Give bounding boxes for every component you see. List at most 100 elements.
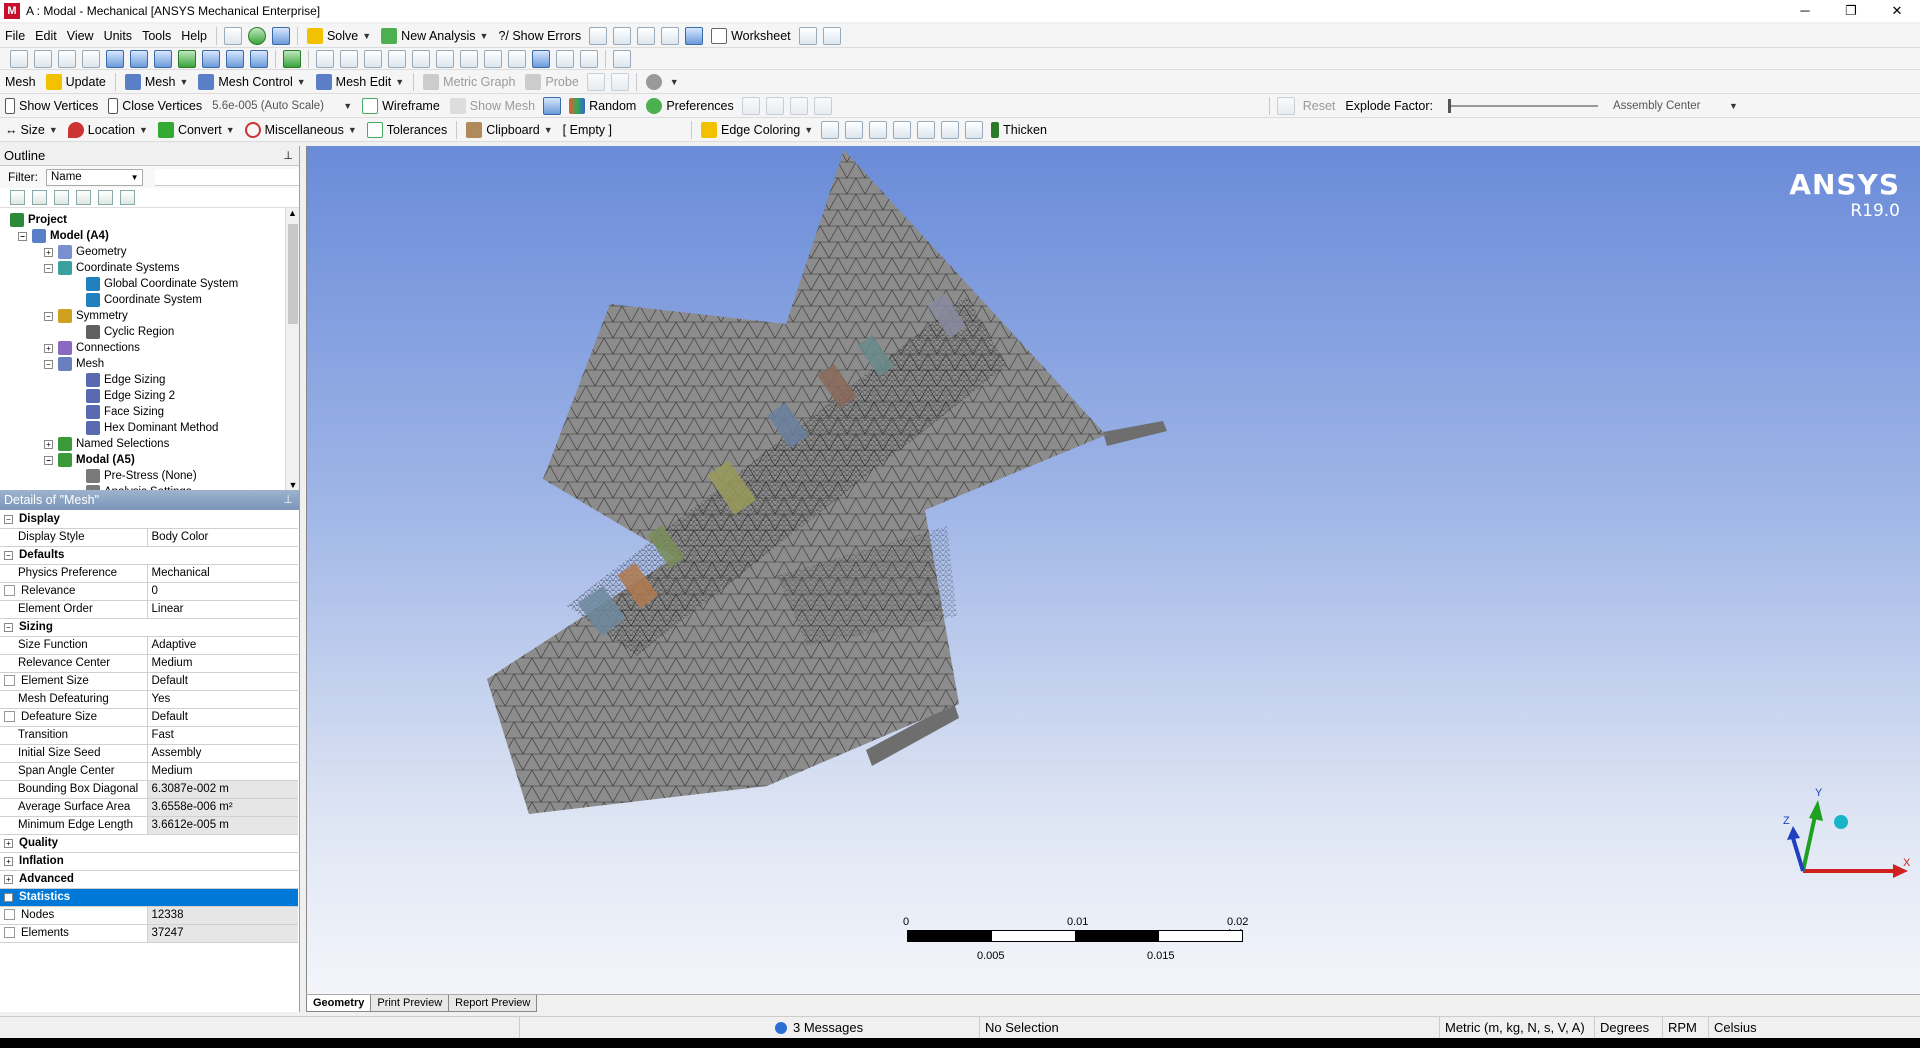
worksheet-button[interactable]: Worksheet [706,25,796,47]
pointer-icon[interactable] [82,49,100,68]
tree-node[interactable]: Edge Sizing [86,372,165,388]
angle-unit-status[interactable]: Degrees [1595,1016,1663,1039]
probe-button[interactable]: Probe [520,71,583,93]
temperature-unit-status[interactable]: Celsius [1709,1017,1920,1039]
menu-file[interactable]: File [0,25,30,47]
explode-factor-slider[interactable] [1447,98,1598,113]
graphics-viewport[interactable]: ANSYS R19.0 0 0.01 0.02 0.005 0.015 Y Z … [306,146,1920,994]
show-errors-button[interactable]: ?/ Show Errors [493,25,586,47]
previous-view-icon[interactable] [508,49,526,68]
details-category[interactable]: − Sizing [0,618,298,637]
star-icon[interactable] [543,96,562,115]
tree-node[interactable]: Coordinate System [86,292,202,308]
parameter-checkbox[interactable] [4,909,15,921]
details-row[interactable]: Mesh Defeaturing Yes [0,690,298,709]
tree-node[interactable]: Face Sizing [86,404,164,420]
printer-icon[interactable] [580,49,598,68]
close-button[interactable]: ✕ [1874,0,1920,22]
edge-direction-icon[interactable] [941,120,960,139]
tolerances-button[interactable]: Tolerances [362,119,452,141]
folder-icon[interactable] [98,190,113,205]
expand-all-icon[interactable] [76,190,91,205]
expand-icon[interactable]: + [4,857,13,866]
mesh-button[interactable]: Mesh ▼ [120,71,194,93]
size-button[interactable]: ↔ Size ▼ [0,119,63,141]
filter-search-input[interactable] [154,168,299,186]
body-select-icon[interactable] [178,49,196,68]
tab-report-preview[interactable]: Report Preview [448,995,538,1012]
collapse-icon[interactable]: − [44,455,53,465]
element-face-icon[interactable] [226,49,244,68]
mesh-edit-button[interactable]: Mesh Edit ▼ [311,71,410,93]
parameter-checkbox[interactable] [4,711,15,723]
edge-select-icon[interactable] [130,49,148,68]
menu-view[interactable]: View [62,25,99,47]
parameter-checkbox[interactable] [4,927,15,939]
menu-tools[interactable]: Tools [137,25,176,47]
vertex-select-icon[interactable] [106,49,124,68]
explode-icon[interactable] [1276,96,1295,115]
details-row[interactable]: Element Order Linear [0,600,298,619]
details-row[interactable]: Defeature Size Default [0,708,298,727]
property-value[interactable]: Fast [147,726,298,745]
details-row[interactable]: Relevance Center Medium [0,654,298,673]
details-category[interactable]: + Advanced [0,870,298,889]
property-value[interactable]: Default [147,672,298,691]
text-icon[interactable] [661,26,680,45]
property-value[interactable]: Default [147,708,298,727]
property-value[interactable]: Adaptive [147,636,298,655]
tree-node[interactable]: Pre-Stress (None) [86,468,197,484]
details-category[interactable]: + Inflation [0,852,298,871]
unit-system-status[interactable]: Metric (m, kg, N, s, V, A) [1440,1016,1595,1039]
tree-node[interactable]: + Named Selections [44,436,169,452]
grid-icon[interactable] [589,26,608,45]
tree-node[interactable]: Project [10,212,67,228]
collapse-icon[interactable]: − [44,263,53,273]
extend-icon[interactable] [34,49,52,68]
rpm-unit-status[interactable]: RPM [1663,1016,1709,1039]
wireframe-button[interactable]: Wireframe [357,95,445,117]
edge-style-icon-1[interactable] [821,120,840,139]
tree-node[interactable]: − Model (A4) [18,228,109,244]
collapse-icon[interactable]: − [4,514,13,524]
pointer-help-icon[interactable] [798,26,817,45]
tree-node[interactable]: − Symmetry [44,308,128,324]
expand-icon[interactable]: + [44,343,53,353]
tag-icon[interactable] [822,26,841,45]
miscellaneous-button[interactable]: Miscellaneous ▼ [240,119,362,141]
next-view-icon[interactable] [532,49,550,68]
box-zoom-icon[interactable] [388,49,406,68]
show-vertices-button[interactable]: Show Vertices [0,95,103,117]
tree-scrollbar[interactable]: ▲ ▼ [285,208,299,490]
collapse-icon[interactable]: − [44,311,53,321]
edge-style-icon-5[interactable] [917,120,936,139]
details-row[interactable]: Bounding Box Diagonal 6.3087e-002 m [0,780,298,799]
details-row[interactable]: Span Angle Center Medium [0,762,298,781]
dimension-icon-3[interactable] [789,96,808,115]
extend-limits-icon[interactable] [58,49,76,68]
details-row[interactable]: Initial Size Seed Assembly [0,744,298,763]
min-icon[interactable] [610,72,629,91]
zoom-icon[interactable] [364,49,382,68]
window-icon[interactable] [223,26,242,45]
screenshot-icon[interactable] [685,26,704,45]
axis-triad[interactable]: Y Z X [1773,786,1913,896]
location-button[interactable]: Location ▼ [63,119,153,141]
minimize-button[interactable]: ─ [1782,0,1828,22]
thickness-icon[interactable] [965,120,984,139]
property-value[interactable]: Assembly [147,744,298,763]
expand-icon[interactable]: + [4,875,13,884]
metric-graph-button[interactable]: Metric Graph [418,71,520,93]
details-row[interactable]: Average Surface Area 3.6558e-006 m² [0,798,298,817]
collapse-icon[interactable]: − [4,893,13,902]
magnifier-icon[interactable] [460,49,478,68]
tree-icon[interactable] [271,26,290,45]
expand-icon[interactable]: + [44,439,53,449]
details-category[interactable]: − Statistics [0,888,298,907]
slider-thumb[interactable] [1447,98,1451,113]
parameter-checkbox[interactable] [4,675,15,687]
zoom-window-icon[interactable] [436,49,454,68]
zoom-out-icon[interactable] [484,49,502,68]
tree-node[interactable]: − Coordinate Systems [44,260,180,276]
auto-scale-select[interactable]: 5.6e-005 (Auto Scale) ▼ [207,95,357,117]
